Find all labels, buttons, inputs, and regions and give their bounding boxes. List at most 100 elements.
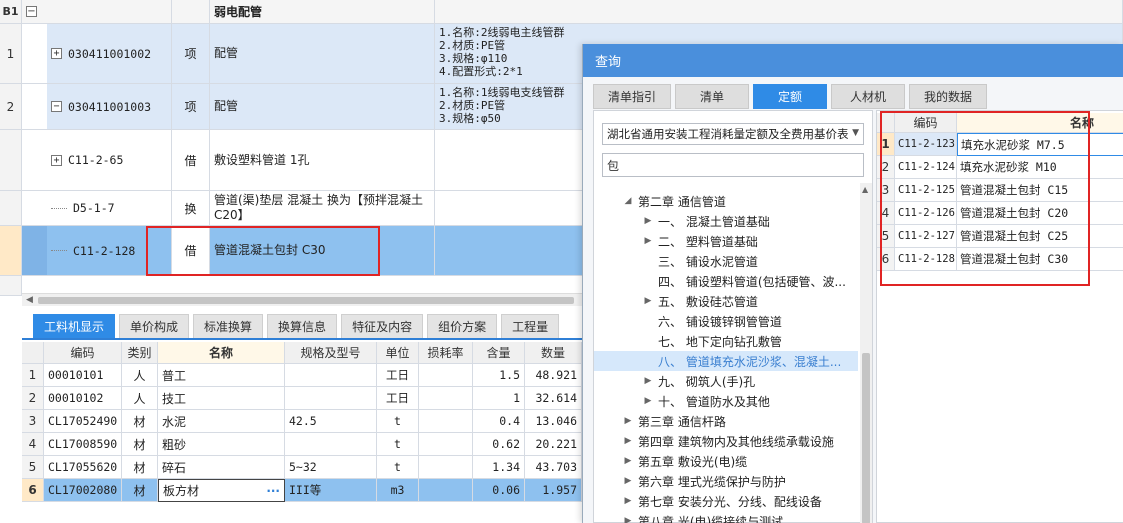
horizontal-scrollbar[interactable]: ◀ <box>22 293 582 306</box>
collapse-icon[interactable]: − <box>26 6 37 17</box>
row-name[interactable]: 敷设塑料管道 1孔 <box>210 130 435 191</box>
column-header[interactable]: 损耗率 <box>419 342 473 364</box>
cell-code[interactable]: CL17055620 <box>44 456 122 479</box>
result-code[interactable]: C11-2-126 <box>895 202 957 225</box>
cell-amount[interactable]: 32.614 <box>525 387 582 410</box>
tab-2[interactable]: 标准换算 <box>193 314 264 338</box>
cell-amount[interactable]: 13.046 <box>525 410 582 433</box>
cell-spec[interactable] <box>285 364 377 387</box>
tree-node[interactable]: ▶ 九、 砌筑人(手)孔 <box>594 371 858 391</box>
collapsed-arrow-icon[interactable]: ▶ <box>622 436 634 446</box>
cell-qty[interactable]: 0.62 <box>473 433 525 456</box>
cell-spec[interactable]: 5~32 <box>285 456 377 479</box>
tree-node[interactable]: ▶ 第五章 敷设光(电)缆 <box>594 451 858 471</box>
dialog-tab-1[interactable]: 清单 <box>675 84 750 109</box>
scroll-left-icon[interactable]: ◀ <box>26 295 33 305</box>
column-header[interactable]: 含量 <box>473 342 525 364</box>
result-name[interactable]: 管道混凝土包封 C20 <box>957 202 1123 225</box>
cell-amount[interactable]: 43.703 <box>525 456 582 479</box>
column-header[interactable]: 类别 <box>122 342 158 364</box>
tab-5[interactable]: 组价方案 <box>427 314 498 338</box>
collapsed-arrow-icon[interactable]: ▶ <box>622 416 634 426</box>
tree-node[interactable]: ▶ 五、 敷设硅芯管道 <box>594 291 858 311</box>
column-header[interactable]: 名称 <box>957 113 1123 133</box>
cell-spec[interactable]: III等 <box>285 479 377 502</box>
expanded-arrow-icon[interactable]: ◢ <box>622 196 634 206</box>
cell-unit[interactable]: m3 <box>377 479 419 502</box>
cell-name[interactable]: 普工 <box>158 364 285 387</box>
tab-6[interactable]: 工程量 <box>501 314 560 338</box>
result-name[interactable]: 管道混凝土包封 C25 <box>957 225 1123 248</box>
chevron-down-icon[interactable]: ▼ <box>852 128 859 138</box>
cell-amount[interactable]: 1.957 <box>525 479 582 502</box>
tree-node[interactable]: ▶ 十、 管道防水及其他 <box>594 391 858 411</box>
column-header[interactable]: 数量 <box>525 342 582 364</box>
cell-loss[interactable] <box>419 456 473 479</box>
tree-node[interactable]: 八、 管道填充水泥沙浆、混凝土... <box>594 351 858 371</box>
cell-loss[interactable] <box>419 387 473 410</box>
cell-code[interactable]: CL17052490 <box>44 410 122 433</box>
cell-cat[interactable]: 材 <box>122 433 158 456</box>
vertical-scrollbar[interactable]: ▲ <box>860 183 872 523</box>
cell-loss[interactable] <box>419 433 473 456</box>
cell-qty[interactable]: 0.4 <box>473 410 525 433</box>
search-input[interactable] <box>602 153 864 177</box>
dialog-tab-2[interactable]: 定额 <box>753 84 828 109</box>
result-code[interactable]: C11-2-128 <box>895 248 957 271</box>
cell-cat[interactable]: 人 <box>122 364 158 387</box>
collapsed-arrow-icon[interactable]: ▶ <box>622 476 634 486</box>
tree-node[interactable]: 四、 铺设塑料管道(包括硬管、波... <box>594 271 858 291</box>
column-header[interactable]: 单位 <box>377 342 419 364</box>
result-code[interactable]: C11-2-127 <box>895 225 957 248</box>
collapsed-arrow-icon[interactable]: ▶ <box>622 456 634 466</box>
row-code[interactable]: +030411001002 <box>47 24 172 84</box>
cell-loss[interactable] <box>419 410 473 433</box>
library-select[interactable]: 湖北省通用安装工程消耗量定额及全费用基价表 ▼ <box>602 123 864 145</box>
cell-code[interactable]: 00010101 <box>44 364 122 387</box>
row-code[interactable]: D5-1-7 <box>47 191 172 226</box>
collapsed-arrow-icon[interactable]: ▶ <box>642 296 654 306</box>
row-name[interactable]: 配管 <box>210 84 435 130</box>
cell-qty[interactable]: 1.34 <box>473 456 525 479</box>
cell-amount[interactable]: 48.921 <box>525 364 582 387</box>
cell-cat[interactable]: 材 <box>122 456 158 479</box>
result-code[interactable]: C11-2-125 <box>895 179 957 202</box>
result-code[interactable]: C11-2-124 <box>895 156 957 179</box>
tab-0[interactable]: 工料机显示 <box>33 314 116 338</box>
tree-node[interactable]: ▶ 二、 塑料管道基础 <box>594 231 858 251</box>
collapse-icon[interactable]: − <box>51 101 62 112</box>
tree-node[interactable]: 六、 铺设镀锌钢管管道 <box>594 311 858 331</box>
cell-loss[interactable] <box>419 479 473 502</box>
tree-node[interactable]: ▶ 第七章 安装分光、分线、配线设备 <box>594 491 858 511</box>
cell-name[interactable]: 碎石 <box>158 456 285 479</box>
dialog-tab-4[interactable]: 我的数据 <box>909 84 988 109</box>
dialog-tab-0[interactable]: 清单指引 <box>593 84 672 109</box>
cell-spec[interactable] <box>285 433 377 456</box>
row-name[interactable]: 管道混凝土包封 C30 <box>210 226 435 276</box>
result-code[interactable]: C11-2-123 <box>895 133 957 156</box>
collapsed-arrow-icon[interactable]: ▶ <box>642 396 654 406</box>
column-header[interactable]: 规格及型号 <box>285 342 377 364</box>
collapsed-arrow-icon[interactable]: ▶ <box>642 236 654 246</box>
row-code[interactable]: −030411001003 <box>47 84 172 130</box>
scrollbar-thumb[interactable] <box>862 353 870 523</box>
collapsed-arrow-icon[interactable]: ▶ <box>622 516 634 523</box>
tab-4[interactable]: 特征及内容 <box>341 314 424 338</box>
cell-spec[interactable] <box>285 387 377 410</box>
cell-cat[interactable]: 材 <box>122 479 158 502</box>
cell-unit[interactable]: t <box>377 456 419 479</box>
result-name[interactable]: 管道混凝土包封 C15 <box>957 179 1123 202</box>
collapsed-arrow-icon[interactable]: ▶ <box>642 376 654 386</box>
cell-unit[interactable]: 工日 <box>377 387 419 410</box>
tree-node[interactable]: ▶ 第四章 建筑物内及其他线缆承载设施 <box>594 431 858 451</box>
row-code[interactable]: + C11-2-65 <box>47 130 172 191</box>
cell-cat[interactable]: 人 <box>122 387 158 410</box>
cell-amount[interactable]: 20.221 <box>525 433 582 456</box>
row-code[interactable]: C11-2-128 <box>47 226 172 276</box>
cell-name[interactable]: 粗砂 <box>158 433 285 456</box>
tree-node[interactable]: 三、 铺设水泥管道 <box>594 251 858 271</box>
row-name[interactable]: 管道(渠)垫层 混凝土 换为【预拌混凝土 C20】 <box>210 191 435 226</box>
column-header[interactable]: 编码 <box>44 342 122 364</box>
column-header[interactable]: 名称 <box>158 342 285 364</box>
cell-code[interactable]: CL17008590 <box>44 433 122 456</box>
